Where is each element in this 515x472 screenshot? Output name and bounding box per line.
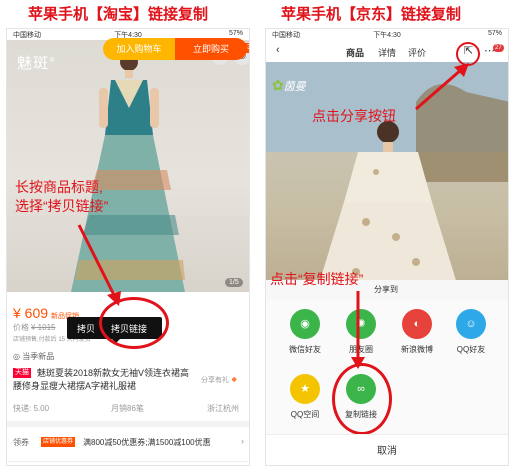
right-heading: 苹果手机【京东】链接复制 xyxy=(281,6,462,23)
left-heading: 苹果手机【淘宝】链接复制 xyxy=(28,6,209,23)
jd-screen: 中国移动 下午4:30 57% ‹ 商品 详情 评价 ⇱ ⋯ 27 ✿茵曼 点击… xyxy=(265,28,509,466)
arrow-to-copy-link xyxy=(351,291,365,369)
cancel-button[interactable]: 取消 xyxy=(266,434,508,465)
taobao-screen: 中国移动 下午4:30 57% 魅斑® ⋯ ◍13 1/5 长按商品标题, 选择… xyxy=(6,28,250,466)
arrow-to-copy-link xyxy=(77,224,121,306)
